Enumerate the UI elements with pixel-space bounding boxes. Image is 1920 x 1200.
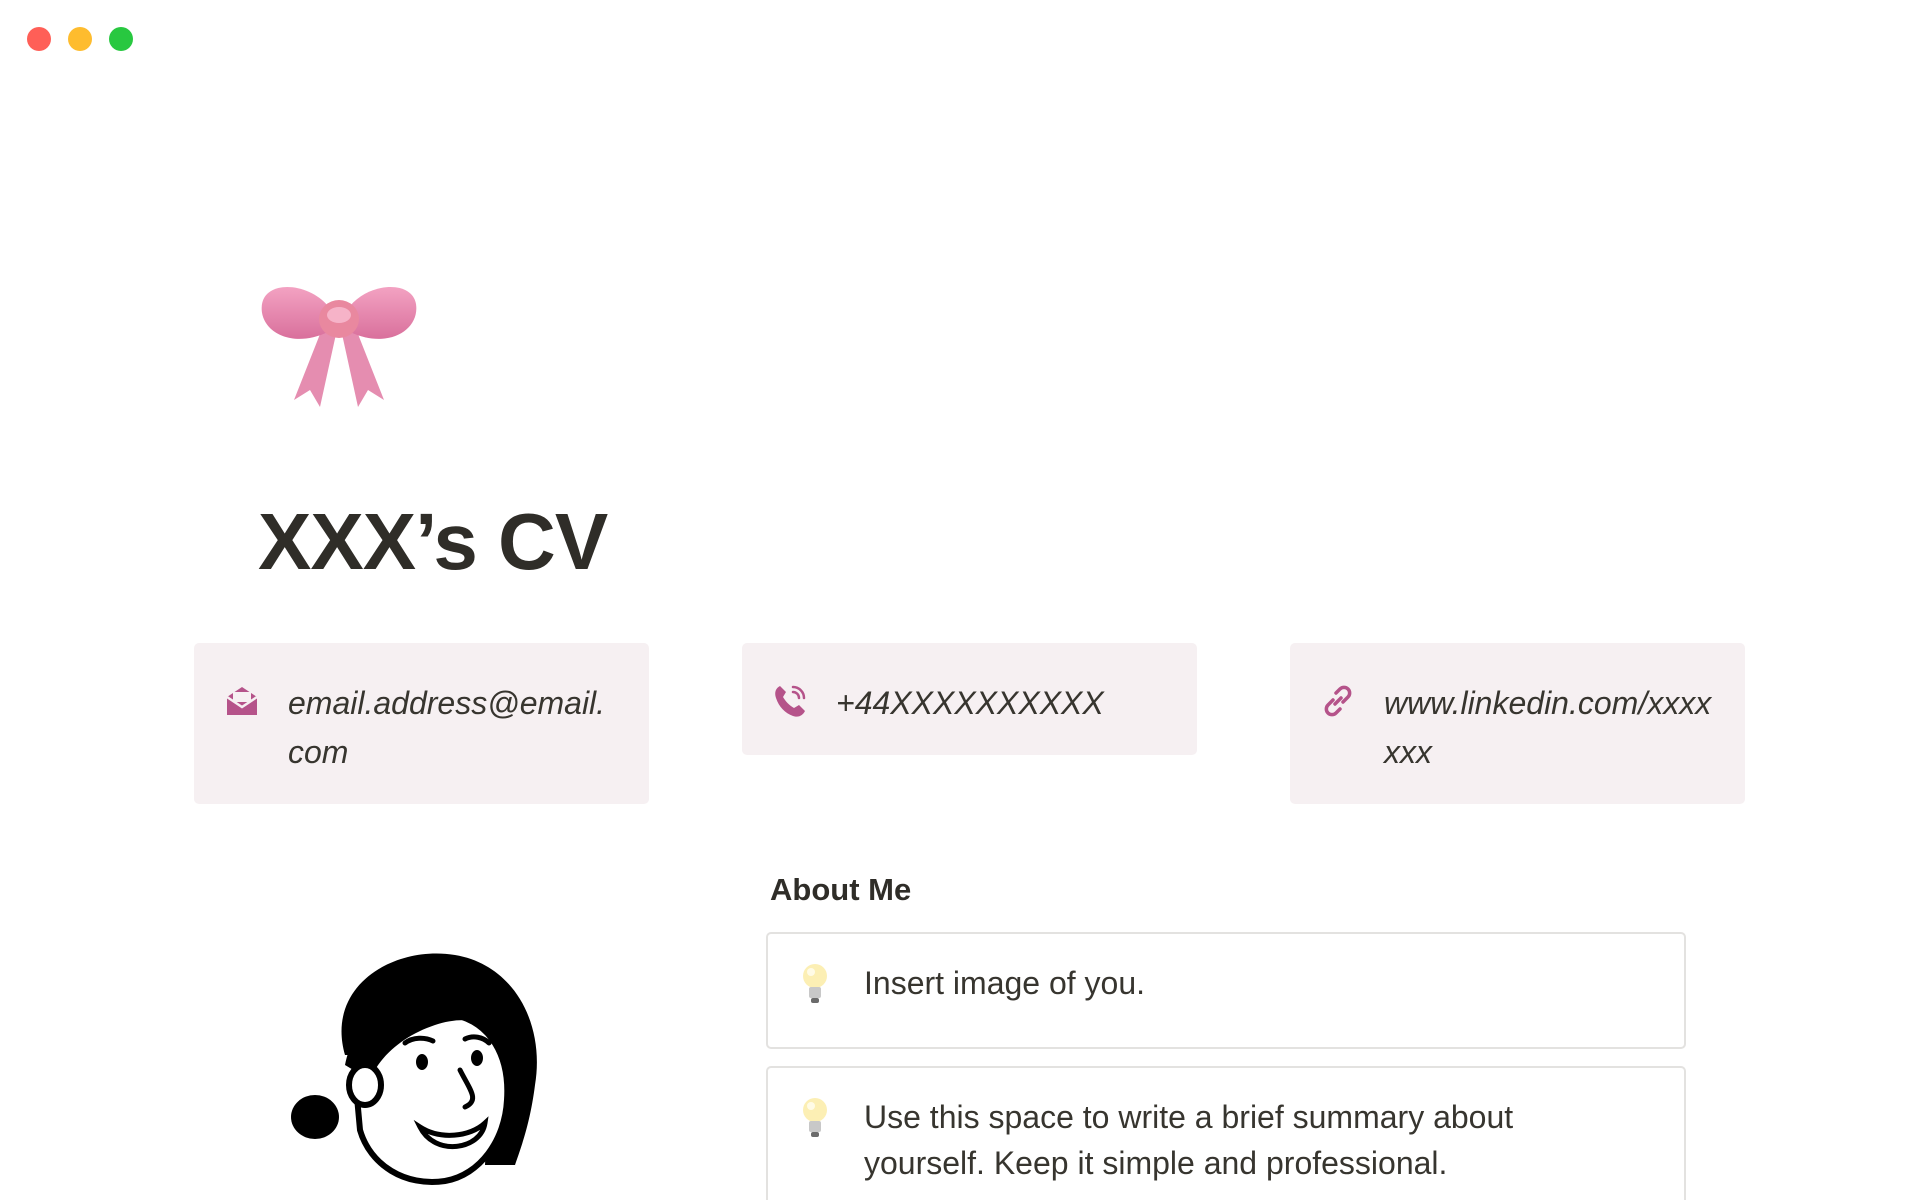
phone-text: +44XXXXXXXXXX [836, 685, 1104, 721]
callout-summary[interactable]: Use this space to write a brief summary … [766, 1066, 1686, 1200]
minimize-window-button[interactable] [68, 27, 92, 51]
ribbon-bow-icon[interactable] [258, 262, 420, 412]
link-icon [1324, 685, 1352, 717]
email-text: email.address@email.com [288, 685, 606, 770]
callout-text: Use this space to write a brief summary … [864, 1099, 1514, 1181]
lightbulb-icon [803, 964, 827, 1003]
person-portrait-illustration [291, 953, 537, 1185]
page-title[interactable]: XXX’s CV [258, 496, 608, 588]
envelope-icon [226, 687, 258, 715]
callout-insert-image[interactable]: Insert image of you. [766, 932, 1686, 1049]
linkedin-card[interactable]: www.linkedin.com/xxxxxxx [1290, 643, 1745, 804]
phone-card[interactable]: +44XXXXXXXXXX [742, 643, 1197, 755]
linkedin-text: www.linkedin.com/xxxxxxx [1384, 685, 1712, 770]
phone-icon [775, 685, 806, 717]
maximize-window-button[interactable] [109, 27, 133, 51]
window-controls [27, 27, 133, 51]
about-me-heading[interactable]: About Me [770, 872, 911, 908]
lightbulb-icon [803, 1098, 827, 1137]
callout-text: Insert image of you. [864, 965, 1146, 1001]
close-window-button[interactable] [27, 27, 51, 51]
email-card[interactable]: email.address@email.com [194, 643, 649, 804]
app-window: XXX’s CV email.address@email.com +44XXXX… [0, 0, 1920, 1200]
